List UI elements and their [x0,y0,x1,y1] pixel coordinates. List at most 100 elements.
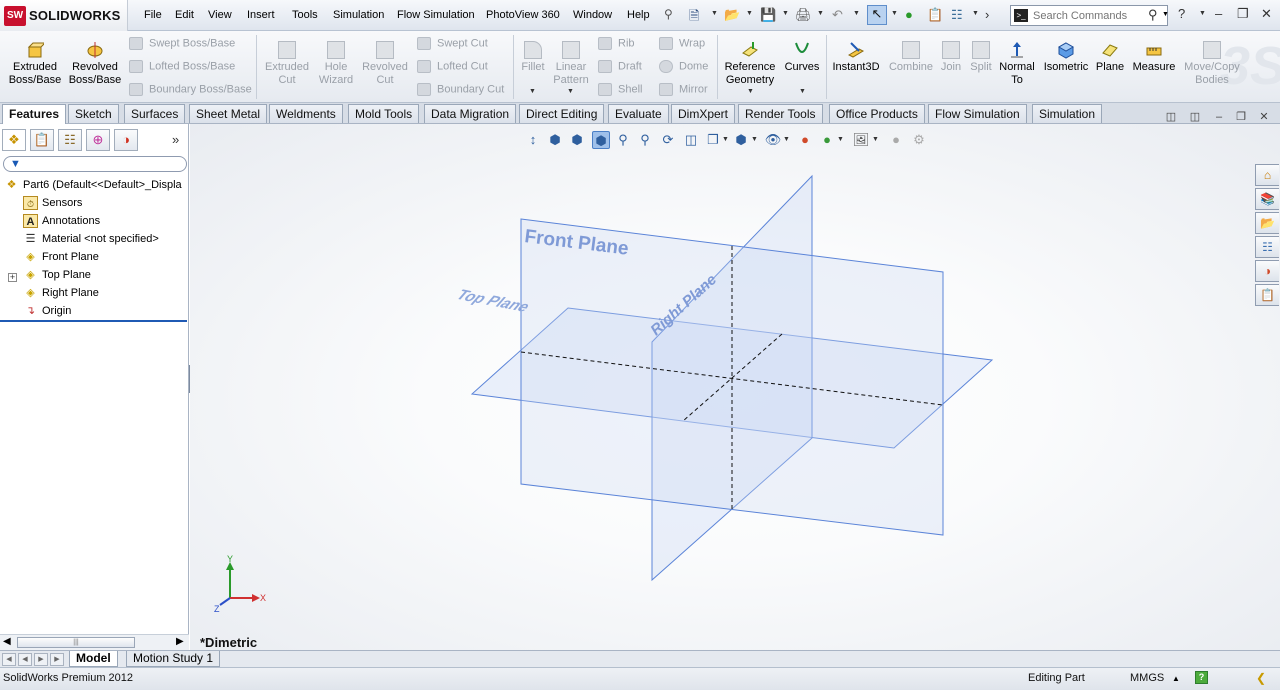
viewport-close-icon[interactable]: ✕ [1256,110,1272,124]
search-input[interactable] [1033,8,1143,23]
print-icon[interactable]: 🖨 [795,7,812,23]
save-icon[interactable]: 💾 [760,7,776,23]
file-properties-icon[interactable]: 📋 [927,7,943,23]
print-dropdown-icon[interactable]: ▼ [817,10,824,17]
restore-window-icon[interactable]: ❐ [1237,6,1249,22]
options-icon[interactable]: ☷ [951,7,963,23]
fillet-dropdown-icon[interactable]: ▼ [529,88,536,95]
previous-view-cube-icon[interactable]: ⬢ [546,131,564,149]
tab-office-products[interactable]: Office Products [829,104,925,123]
new-document-icon[interactable]: 🗎 [689,7,699,23]
tile-vertical-icon[interactable]: ◫ [1187,110,1203,124]
extruded-boss-button[interactable]: Extruded Boss/Base [8,41,62,87]
undo-icon[interactable]: ↶ [832,7,843,23]
menu-view[interactable]: View [208,9,232,21]
tab-sketch[interactable]: Sketch [68,104,119,123]
menu-photoview-360[interactable]: PhotoView 360 [486,9,560,21]
edit-appearance-icon[interactable]: ● [796,131,814,149]
select-dropdown-icon[interactable]: ▼ [891,10,898,17]
design-library-icon[interactable]: 📚 [1255,188,1279,210]
swept-cut-button[interactable]: Swept Cut [417,37,488,50]
tile-horizontal-icon[interactable]: ◫ [1163,110,1179,124]
tree-horizontal-scrollbar[interactable]: ◀ ||| ▶ [0,634,189,650]
menu-tools[interactable]: Tools [292,9,318,21]
menu-flow-simulation[interactable]: Flow Simulation [397,9,475,21]
search-dropdown-icon[interactable]: ▼ [1162,11,1169,18]
photoview-icon[interactable]: ⚙ [910,131,928,149]
draft-button[interactable]: Draft [598,60,642,73]
tree-item-origin[interactable]: ↴ Origin [23,302,71,320]
graphics-area[interactable]: ◫ ◫ – ❐ ✕ Front Plane Top Plane Right Pl… [190,111,1280,650]
tab-mold-tools[interactable]: Mold Tools [348,104,420,123]
apply-scene-icon[interactable]: ● [818,131,836,149]
tree-item-part[interactable]: ❖ Part6 (Default<<Default>_Displa [4,176,182,194]
split-button[interactable]: Split [967,41,995,74]
tab-evaluate[interactable]: Evaluate [608,104,669,123]
tab-sheet-metal[interactable]: Sheet Metal [189,104,268,123]
last-tab-arrow-icon[interactable]: ▶ [50,653,64,666]
measure-button[interactable]: Measure [1130,41,1178,74]
tab-motion-study-1[interactable]: Motion Study 1 [126,651,221,667]
viewport-restore-icon[interactable]: ❐ [1233,110,1249,124]
previous-tab-arrow-icon[interactable]: ◀ [18,653,32,666]
rotate-view-icon[interactable]: ⟳ [659,131,677,149]
save-dropdown-icon[interactable]: ▼ [782,10,789,17]
quick-tips-help-icon[interactable]: ? [1195,671,1208,684]
view-palette-icon[interactable]: ☷ [1255,236,1279,258]
tab-model[interactable]: Model [69,651,118,667]
menu-edit[interactable]: Edit [175,9,194,21]
search-icon[interactable]: ⚲ [1148,7,1158,23]
move-copy-bodies-button[interactable]: Move/Copy Bodies [1182,41,1242,87]
viewport-minimize-icon[interactable]: – [1211,110,1227,124]
view-orientation-icon[interactable]: ❐ [704,131,722,149]
shaded-cube-icon[interactable]: ⬢ [592,131,610,149]
fillet-button[interactable]: Fillet [518,41,548,74]
hole-wizard-button[interactable]: Hole Wizard [316,41,356,87]
reference-geometry-dropdown-icon[interactable]: ▼ [747,88,754,95]
new-dropdown-icon[interactable]: ▼ [711,10,718,17]
wrap-button[interactable]: Wrap [659,37,705,50]
zoom-to-area-icon[interactable]: ⚲ [614,131,632,149]
open-dropdown-icon[interactable]: ▼ [746,10,753,17]
tree-item-sensors[interactable]: ⏱ Sensors [23,194,82,212]
menu-help[interactable]: Help [627,9,650,21]
zoom-in-out-icon[interactable]: ⚲ [636,131,654,149]
tab-features[interactable]: Features [2,104,67,124]
reference-geometry-button[interactable]: Reference Geometry [722,41,778,87]
view-settings-icon[interactable]: 🖼 [852,131,870,149]
display-style-icon[interactable]: ⬢ [732,131,750,149]
scroll-thumb[interactable]: ||| [17,637,135,648]
tree-item-top-plane[interactable]: ◈ Top Plane [23,266,91,284]
combine-button[interactable]: Combine [888,41,934,74]
join-button[interactable]: Join [937,41,965,74]
more-tabs-chevron-icon[interactable]: » [172,132,179,147]
tab-render-tools[interactable]: Render Tools [738,104,823,123]
annotations-expand-icon[interactable]: + [8,273,17,282]
tree-item-right-plane[interactable]: ◈ Right Plane [23,284,99,302]
custom-properties-icon[interactable]: 📋 [1255,284,1279,306]
hide-show-dropdown-icon[interactable]: ▼ [783,136,790,143]
property-manager-tab-icon[interactable]: 📋 [30,129,54,151]
rollback-bar[interactable] [0,320,187,322]
menu-simulation[interactable]: Simulation [333,9,384,21]
solidworks-resources-home-icon[interactable]: ⌂ [1255,164,1279,186]
isometric-button[interactable]: Isometric [1040,41,1092,74]
help-question-icon[interactable]: ? [1178,6,1185,21]
configuration-manager-tab-icon[interactable]: ☷ [58,129,82,151]
tab-dimxpert[interactable]: DimXpert [671,104,736,123]
tree-item-material[interactable]: ☰ Material <not specified> [23,230,159,248]
options-dropdown-icon[interactable]: ▼ [972,10,979,17]
mirror-button[interactable]: Mirror [659,83,708,96]
realview-icon[interactable]: ● [887,131,905,149]
help-dropdown-icon[interactable]: ▼ [1199,10,1206,17]
display-style-dropdown-icon[interactable]: ▼ [751,136,758,143]
select-pointer-icon[interactable]: ↖ [867,5,887,25]
rebuild-traffic-light-icon[interactable]: ● [905,7,913,23]
lofted-cut-button[interactable]: Lofted Cut [417,60,488,73]
revolved-boss-button[interactable]: Revolved Boss/Base [66,41,124,87]
next-tab-arrow-icon[interactable]: ▶ [34,653,48,666]
tab-direct-editing[interactable]: Direct Editing [519,104,605,123]
tab-surfaces[interactable]: Surfaces [124,104,186,123]
normal-to-button[interactable]: Normal To [998,41,1036,87]
rib-button[interactable]: Rib [598,37,635,50]
